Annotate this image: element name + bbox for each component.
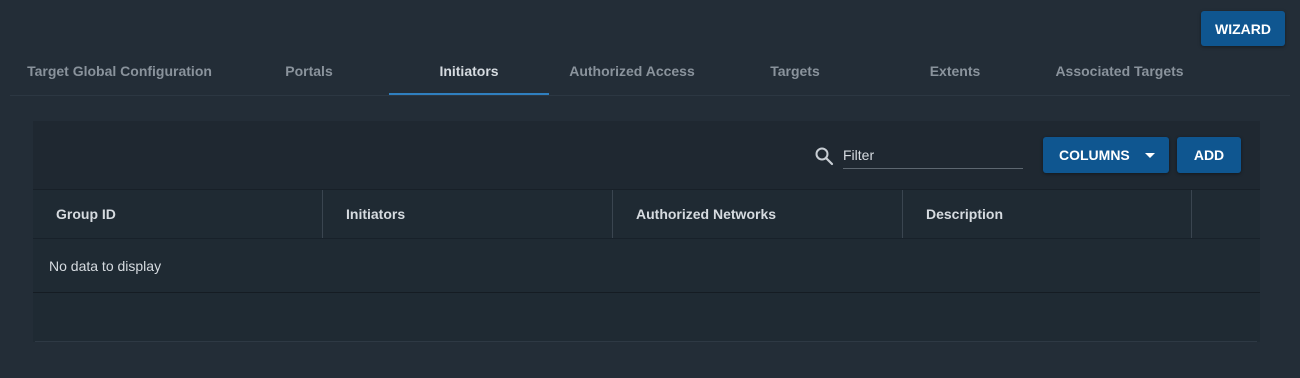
wizard-button[interactable]: WIZARD <box>1201 11 1285 46</box>
column-divider[interactable] <box>902 190 903 238</box>
tab-extents[interactable]: Extents <box>875 48 1035 94</box>
tab-bar: Target Global Configuration Portals Init… <box>10 48 1290 96</box>
initiators-table-card: COLUMNS ADD Group ID Initiators Authoriz… <box>33 121 1260 342</box>
tab-associated-targets[interactable]: Associated Targets <box>1035 48 1204 94</box>
column-divider[interactable] <box>322 190 323 238</box>
columns-button[interactable]: COLUMNS <box>1043 137 1169 173</box>
column-header-group-id[interactable]: Group ID <box>56 190 322 238</box>
add-button[interactable]: ADD <box>1177 137 1241 173</box>
column-header-description[interactable]: Description <box>926 190 1192 238</box>
tab-initiators[interactable]: Initiators <box>389 48 549 95</box>
columns-button-label: COLUMNS <box>1059 147 1130 163</box>
table-toolbar: COLUMNS ADD <box>33 121 1260 190</box>
column-header-initiators[interactable]: Initiators <box>346 190 612 238</box>
column-divider[interactable] <box>1191 190 1192 238</box>
tab-authorized-access[interactable]: Authorized Access <box>549 48 715 94</box>
tab-portals[interactable]: Portals <box>229 48 389 94</box>
table-footer <box>35 293 1257 342</box>
column-divider[interactable] <box>612 190 613 238</box>
table-empty-row: No data to display <box>33 239 1260 293</box>
tab-targets[interactable]: Targets <box>715 48 875 94</box>
search-icon <box>815 147 834 166</box>
filter-input[interactable] <box>843 142 1023 169</box>
empty-message: No data to display <box>49 257 162 274</box>
caret-down-icon <box>1145 153 1155 158</box>
tab-target-global-configuration[interactable]: Target Global Configuration <box>10 48 229 94</box>
table-header-row: Group ID Initiators Authorized Networks … <box>33 190 1260 239</box>
column-header-authorized-networks[interactable]: Authorized Networks <box>636 190 902 238</box>
